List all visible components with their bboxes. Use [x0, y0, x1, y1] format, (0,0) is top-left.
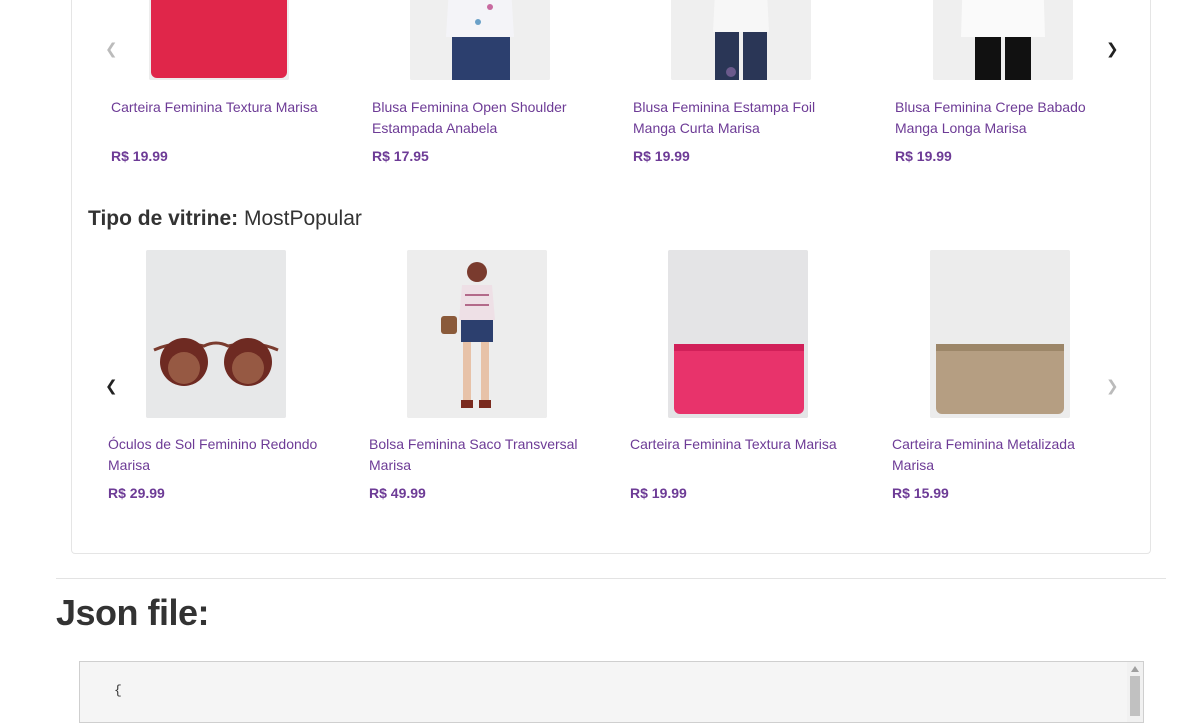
product-price: R$ 19.99 [895, 148, 952, 164]
product-name[interactable]: Blusa Feminina Estampa Foil Manga Curta … [633, 97, 858, 139]
product-price: R$ 17.95 [372, 148, 429, 164]
product-name[interactable]: Carteira Feminina Textura Marisa [630, 434, 855, 455]
shelf-type-value: MostPopular [243, 207, 362, 230]
product-image[interactable] [146, 250, 286, 418]
product-price: R$ 19.99 [630, 485, 687, 501]
code-line: { [114, 683, 122, 698]
product-price: R$ 29.99 [108, 485, 165, 501]
product-image[interactable] [668, 250, 808, 418]
json-file-heading: Json file: [56, 592, 210, 633]
vertical-scrollbar[interactable] [1127, 662, 1143, 722]
product-price: R$ 49.99 [369, 485, 426, 501]
chevron-left-icon[interactable]: ❮ [105, 40, 118, 58]
chevron-left-icon[interactable]: ❮ [105, 377, 118, 395]
product-price: R$ 19.99 [111, 148, 168, 164]
product-image[interactable] [410, 0, 550, 80]
product-price: R$ 19.99 [633, 148, 690, 164]
scroll-up-arrow-icon[interactable] [1131, 666, 1139, 672]
product-name[interactable]: Blusa Feminina Open Shoulder Estampada A… [372, 97, 597, 139]
product-name[interactable]: Óculos de Sol Feminino Redondo Marisa [108, 434, 333, 476]
shelf-type-label: Tipo de vitrine: [88, 207, 239, 230]
product-name[interactable]: Carteira Feminina Metalizada Marisa [892, 434, 1117, 476]
product-image[interactable] [407, 250, 547, 418]
product-name[interactable]: Bolsa Feminina Saco Transversal Marisa [369, 434, 594, 476]
json-code-box[interactable]: { [79, 661, 1144, 723]
section-divider [56, 578, 1166, 579]
chevron-right-icon[interactable]: ❯ [1106, 377, 1119, 395]
scroll-thumb[interactable] [1130, 676, 1140, 716]
product-price: R$ 15.99 [892, 485, 949, 501]
product-image[interactable] [933, 0, 1073, 80]
chevron-right-icon[interactable]: ❯ [1106, 40, 1119, 58]
shelf-title: Tipo de vitrine: MostPopular [88, 207, 362, 231]
product-image[interactable] [149, 0, 289, 80]
product-image[interactable] [930, 250, 1070, 418]
product-image[interactable] [671, 0, 811, 80]
product-name[interactable]: Blusa Feminina Crepe Babado Manga Longa … [895, 97, 1120, 139]
product-name[interactable]: Carteira Feminina Textura Marisa [111, 97, 336, 118]
